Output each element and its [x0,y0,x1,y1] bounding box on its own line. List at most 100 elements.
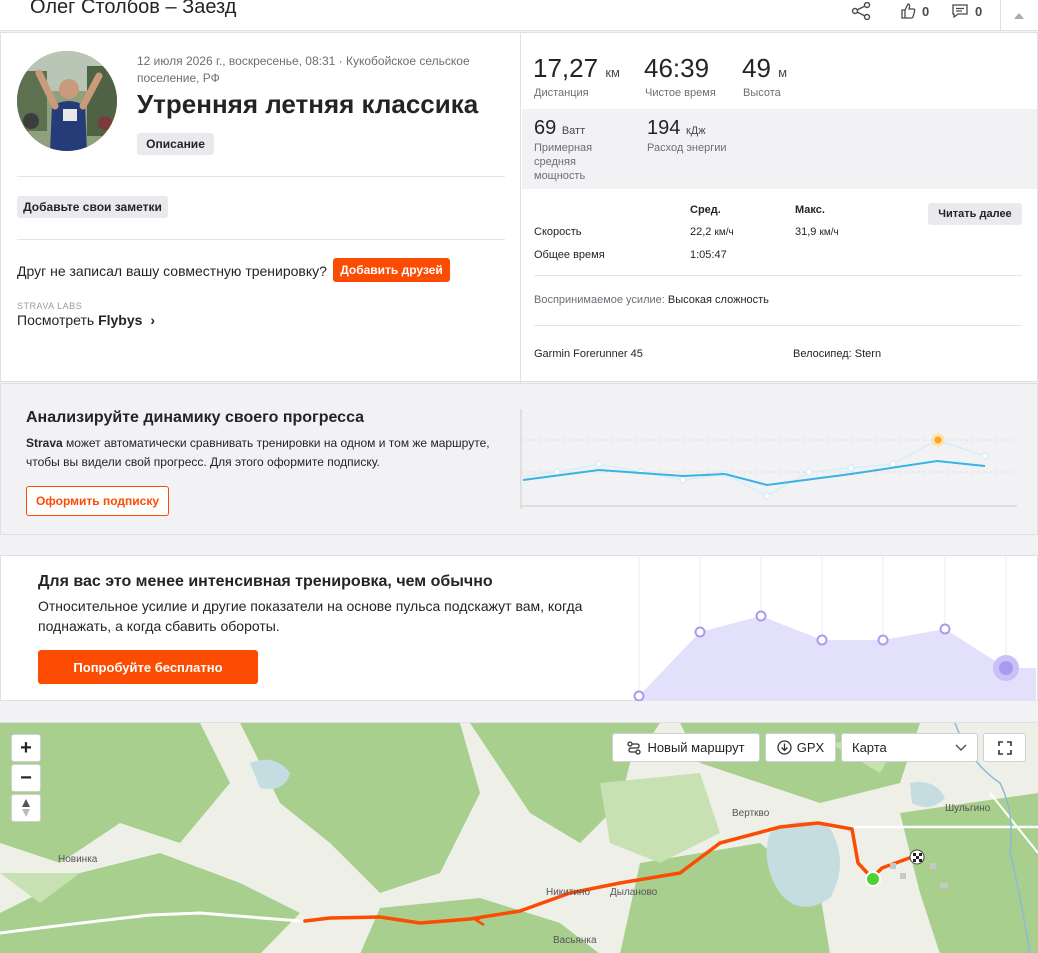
elevation-unit: м [778,65,788,80]
distance-value: 17,27 [533,53,599,83]
effort-card-body: Относительное усилие и другие показатели… [38,598,583,634]
energy-label: Расход энергии [647,142,727,154]
power-label-line: мощность [534,170,586,182]
power-label-line: средняя [534,156,576,168]
route-finish-flag-icon [909,849,925,865]
moving-time-value: 46:39 [644,53,710,83]
page-title: Олег Столбов – Заезд [30,0,237,18]
divider [17,176,505,177]
flybys-bold: Flybys [98,312,143,328]
activity-summary-card: 12 июля 2026 г., воскресенье, 08:31 · Ку… [0,32,1038,383]
comment-icon [952,4,968,19]
device-name: Garmin Forerunner 45 [534,348,643,360]
gpx-download-button[interactable]: GPX [765,733,836,762]
add-notes-button[interactable]: Добавьте свои заметки [17,196,168,218]
new-route-label: Новый маршрут [647,740,745,755]
route-icon [627,740,642,755]
total-time-value: 1:05:47 [690,249,727,261]
effort-chart [633,556,1036,701]
perceived-effort-value: Высокая сложность [667,294,769,306]
distance-label: Дистанция [534,87,589,99]
speed-avg: 22,2 км/ч [690,226,734,238]
progress-trend-chart [520,409,1017,509]
energy-unit: кДж [685,125,706,137]
compass-button[interactable] [11,794,41,822]
moving-time-label: Чистое время [645,87,716,99]
distance-stat: 17,27 км [533,53,620,84]
map-type-value: Карта [852,740,887,755]
speed-avg-value: 22,2 [690,226,712,238]
power-unit: Ватт [561,125,586,137]
distance-unit: км [605,65,620,80]
fullscreen-button[interactable] [983,733,1026,762]
progress-card-title: Анализируйте динамику своего прогресса [26,409,365,426]
activity-meta: 12 июля 2026 г., воскресенье, 08:31 · Ку… [137,54,470,85]
progress-upsell-card: Анализируйте динамику своего прогресса S… [0,383,1038,535]
energy-value: 194 [647,117,681,139]
total-time-label: Общее время [534,249,605,261]
activity-header: Олег Столбов – Заезд 0 0 [0,0,1038,31]
map-place-label: Верткво [732,808,770,819]
new-route-button[interactable]: Новый маршрут [612,733,760,762]
route-map[interactable]: Верткво Шульгино Новинка Никитино Дылано… [0,722,1038,953]
zoom-in-button[interactable]: + [11,734,41,762]
power-stat: 69 Ватт [534,117,585,140]
comparison-line [522,439,986,497]
share-button[interactable] [851,2,871,20]
bike-info: Велосипед: Stern [793,348,881,360]
map-place-label: Шульгино [945,803,991,814]
comparison-points [553,452,989,500]
collapse-button[interactable] [1000,0,1036,30]
gpx-label: GPX [796,740,825,755]
try-free-button[interactable]: Попробуйте бесплатно [38,650,258,684]
progress-card-text: может автоматически сравнивать тренировк… [26,436,490,469]
power-label: Примерная средняя мощность [534,141,592,183]
map-place-label: Никитино [546,887,591,898]
compass-icon [22,799,30,817]
map-type-select[interactable]: Карта [841,733,978,762]
description-button[interactable]: Описание [137,133,214,155]
speed-avg-unit: км/ч [714,227,734,238]
power-band [522,109,1037,189]
power-label-line: Примерная [534,142,593,154]
speed-max: 31,9 км/ч [795,226,839,238]
flybys-link[interactable]: Посмотреть Flybys › [17,312,155,328]
speed-max-unit: км/ч [819,227,839,238]
bike-value: Stern [854,348,882,360]
activity-info: 12 июля 2026 г., воскресенье, 08:31 · Ку… [1,33,521,383]
activity-title: Утренняя летняя классика [137,89,479,119]
speed-max-value: 31,9 [795,226,817,238]
subscribe-button[interactable]: Оформить подписку [26,486,169,516]
flybys-prefix: Посмотреть [17,312,99,328]
friend-prompt: Друг не записал вашу совместную трениров… [17,263,327,279]
max-column-header: Макс. [795,204,825,216]
map-place-label: Васьянка [553,935,597,946]
share-icon [851,2,871,20]
route-start-marker [865,871,881,887]
kudos-button[interactable]: 0 [900,2,929,20]
add-friends-button[interactable]: Добавить друзей [333,258,450,282]
chevron-up-icon [1013,12,1024,19]
relative-effort-card: Для вас это менее интенсивная тренировка… [0,555,1038,701]
divider [17,239,505,240]
speed-label: Скорость [534,226,582,238]
effort-card-title: Для вас это менее интенсивная тренировка… [38,573,493,590]
highlight-point [931,433,945,447]
bike-label: Велосипед: [793,348,852,360]
download-icon [777,740,792,755]
elevation-stat: 49 м [742,53,787,84]
moving-time-stat: 46:39 [644,53,709,84]
fullscreen-icon [997,740,1012,755]
progress-card-body: Strava может автоматически сравнивать тр… [26,434,496,472]
elevation-label: Высота [743,87,781,99]
strava-labs-tag: STRAVA LABS [17,301,83,311]
progress-card-brand: Strava [26,436,63,450]
power-value: 69 [534,117,557,139]
zoom-out-button[interactable]: − [11,764,41,792]
avatar[interactable] [17,51,117,151]
perceived-effort-label: Воспринимаемое усилие: [534,294,665,306]
read-more-button[interactable]: Читать далее [928,203,1022,225]
perceived-effort: Воспринимаемое усилие: Высокая сложность [534,294,769,306]
map-place-label: Дыланово [610,887,658,898]
comments-button[interactable]: 0 [951,2,982,20]
